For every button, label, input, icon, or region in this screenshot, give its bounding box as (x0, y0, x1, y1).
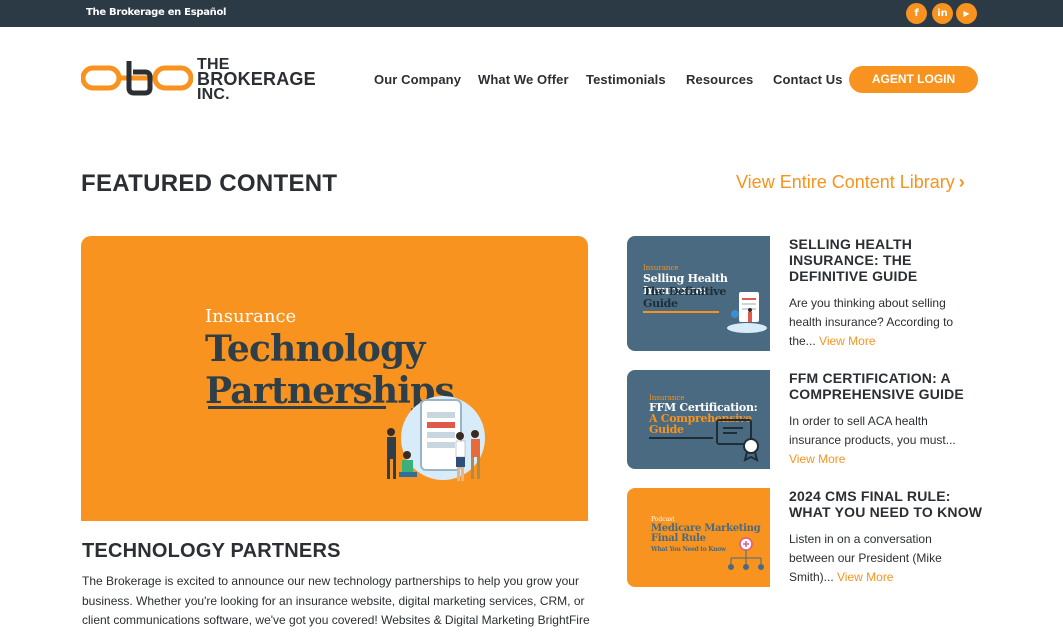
side-article-title[interactable]: 2024 CMS FINAL RULE: WHAT YOU NEED TO KN… (789, 488, 989, 520)
view-more-link[interactable]: View More (819, 334, 875, 348)
view-more-link[interactable]: View More (837, 570, 893, 584)
nav-testimonials[interactable]: Testimonials (586, 72, 666, 87)
thumb-headline-3: Guide (643, 297, 678, 310)
thumb-underline (649, 437, 713, 439)
excerpt-text: In order to sell ACA health insurance pr… (789, 414, 956, 447)
thumb-headline-3: Guide (649, 423, 684, 436)
side-article-thumbnail[interactable]: Insurance Selling Health Insurance: The … (627, 236, 770, 351)
hero-headline-line-1: Technology (205, 328, 425, 370)
side-article-thumbnail[interactable]: Podcast Medicare Marketing Final Rule Wh… (627, 488, 770, 587)
nav-our-company[interactable]: Our Company (374, 72, 461, 87)
view-more-link[interactable]: View More (789, 452, 845, 466)
side-article-excerpt: In order to sell ACA health insurance pr… (789, 412, 974, 469)
chain-link-icon (80, 61, 194, 96)
people-with-phone-illustration (387, 396, 485, 481)
logo-wordmark: THE BROKERAGE INC. (197, 57, 316, 103)
linkedin-icon[interactable]: in (932, 3, 953, 24)
thumb-headline-3: What You Need to Know (651, 546, 726, 553)
hero-image-kicker: Insurance (205, 306, 297, 327)
featured-article-image[interactable]: Insurance Technology Partnerships (81, 236, 588, 521)
side-article-title[interactable]: SELLING HEALTH INSURANCE: THE DEFINITIVE… (789, 236, 989, 284)
side-article-excerpt: Are you thinking about selling health in… (789, 294, 974, 351)
network-medical-icon (728, 537, 764, 570)
nav-resources[interactable]: Resources (686, 72, 753, 87)
hero-underline (208, 406, 386, 409)
featured-content-heading: FEATURED CONTENT (81, 170, 338, 197)
main-article-title[interactable]: TECHNOLOGY PARTNERS (82, 540, 341, 563)
side-article-title[interactable]: FFM CERTIFICATION: A COMPREHENSIVE GUIDE (789, 370, 989, 402)
youtube-icon[interactable]: ▶ (956, 3, 977, 24)
thumb-kicker: Insurance (643, 264, 679, 272)
view-content-library-link[interactable]: View Entire Content Library › (736, 172, 965, 193)
thumb-underline (643, 311, 719, 313)
certificate-icon (716, 419, 759, 462)
logo-line-3: INC. (197, 86, 230, 103)
top-bar: The Brokerage en Español f in ▶ (0, 0, 1063, 27)
nav-what-we-offer[interactable]: What We Offer (478, 72, 569, 87)
spanish-site-link[interactable]: The Brokerage en Español (86, 7, 226, 18)
side-article-thumbnail[interactable]: Insurance FFM Certification: A Comprehen… (627, 370, 770, 469)
agent-login-button[interactable]: AGENT LOGIN (849, 66, 978, 93)
side-article-excerpt: Listen in on a conversation between our … (789, 530, 974, 587)
clipboard-illustration (727, 292, 767, 333)
main-article-description: The Brokerage is excited to announce our… (82, 574, 590, 627)
thumb-kicker: Podcast (651, 516, 675, 523)
library-link-label: View Entire Content Library (736, 172, 955, 192)
chevron-right-icon: › (958, 172, 965, 192)
facebook-icon[interactable]: f (906, 3, 927, 24)
logo-line-2: BROKERAGE (197, 69, 316, 89)
nav-contact-us[interactable]: Contact Us (773, 72, 843, 87)
brokerage-logo[interactable]: THE BROKERAGE INC. (80, 55, 321, 103)
